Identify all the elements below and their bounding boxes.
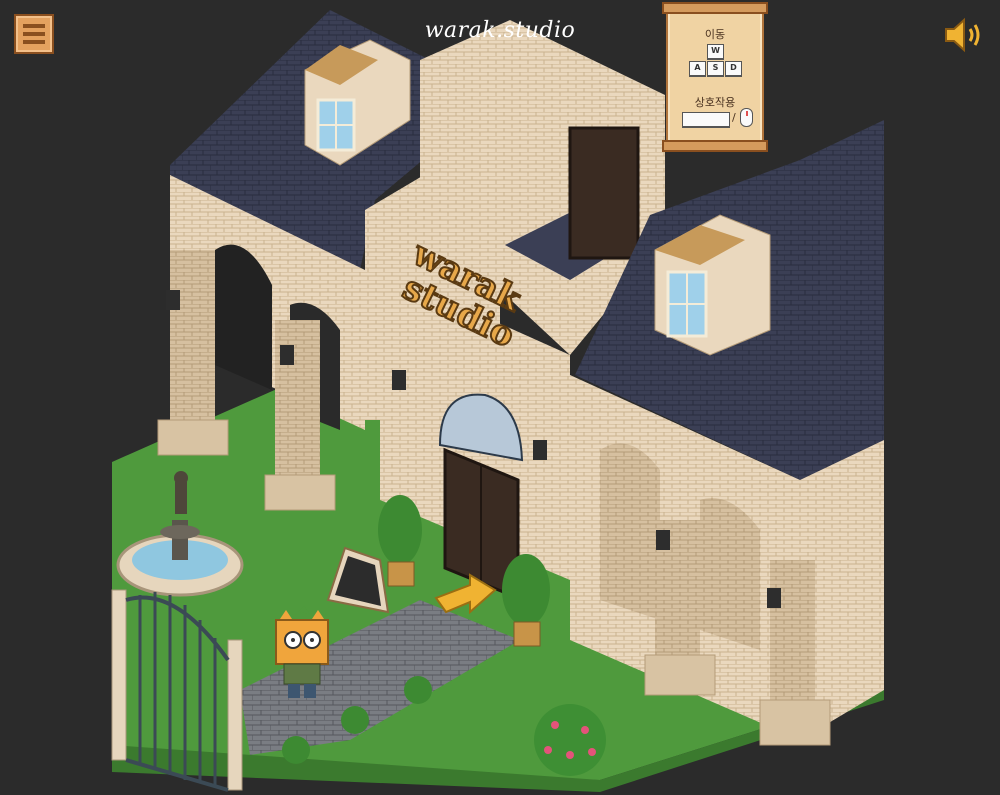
left-pillar-base-1 — [157, 419, 229, 456]
speaker-on-icon — [945, 17, 980, 53]
bush — [341, 706, 369, 734]
bush — [282, 736, 310, 764]
controls-scroll: 이동 W A S D 상호작용 / — [662, 2, 768, 152]
move-label: 이동 — [704, 28, 726, 41]
right-arch-2 — [700, 498, 760, 650]
sound-toggle-button[interactable] — [942, 16, 986, 54]
right-pillar-base-2 — [759, 699, 831, 746]
space-key-icon — [682, 112, 730, 128]
game-scene[interactable]: warak studio — [0, 0, 1000, 795]
bush — [404, 676, 432, 704]
key-a: A — [689, 61, 706, 77]
mouse-left-click-icon — [740, 108, 753, 127]
key-d: D — [725, 61, 742, 77]
right-pillar-base-1 — [644, 654, 716, 696]
right-pillar-2 — [770, 560, 815, 720]
right-arch-1 — [600, 443, 660, 620]
rose-bush — [534, 704, 606, 776]
key-s: S — [707, 61, 724, 77]
page-title: warak.studio — [424, 18, 576, 43]
left-pillar-base-2 — [264, 474, 336, 511]
key-w: W — [707, 44, 724, 60]
upper-door — [568, 126, 640, 260]
player-character[interactable] — [275, 606, 329, 698]
